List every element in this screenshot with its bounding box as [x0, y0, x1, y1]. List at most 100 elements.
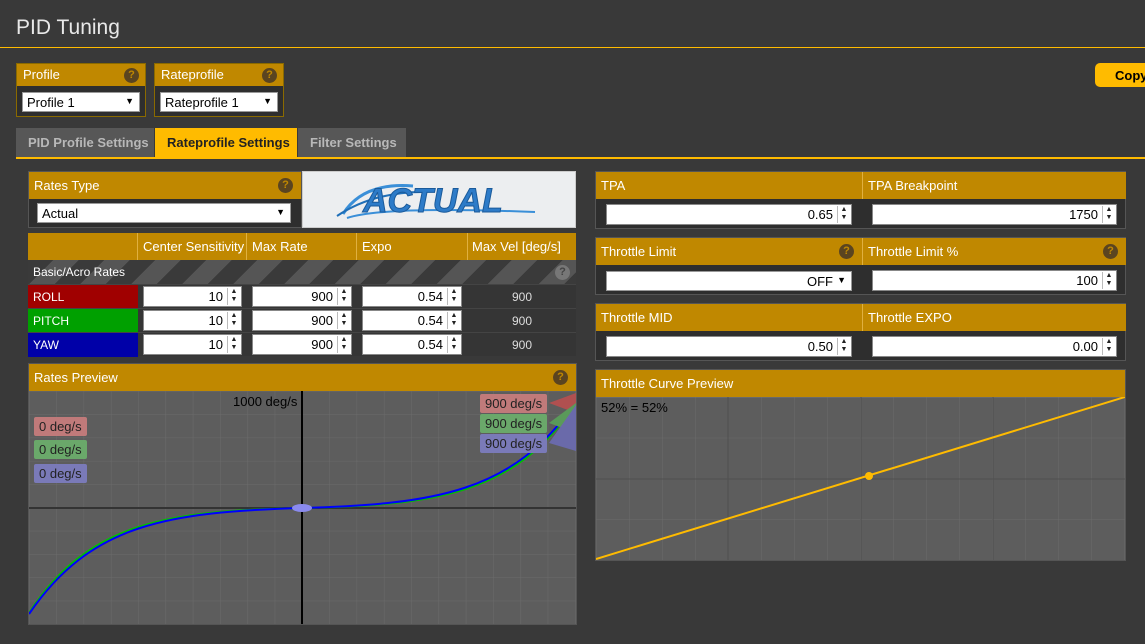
copy-button[interactable]: Copy	[1095, 63, 1145, 87]
actual-logo-icon: ACTUAL	[336, 182, 536, 221]
col-max-vel: Max Vel [deg/s]	[472, 239, 561, 254]
pitch-expo-input[interactable]: 0.54 ▲ ▼	[362, 310, 462, 331]
tab-filter-settings[interactable]: Filter Settings	[298, 128, 406, 158]
help-icon[interactable]: ?	[553, 370, 568, 385]
rates-type-panel: Rates Type ? Actual ▼	[28, 171, 302, 228]
rates-preview-panel: Rates Preview ? 1000 deg/s 0 deg/s 0 deg…	[28, 363, 577, 625]
tpa-input[interactable]: 0.65 ▲ ▼	[606, 204, 852, 225]
throttle-mid-header: Throttle MID	[596, 304, 862, 331]
rateprofile-select[interactable]: Rateprofile 1 ▼	[160, 92, 278, 112]
rates-type-value: Actual	[42, 206, 79, 221]
pitch-max-rate-input[interactable]: 900 ▲ ▼	[252, 310, 352, 331]
rateprofile-panel: Rateprofile ? Rateprofile 1 ▼	[154, 63, 284, 117]
rates-table: Center Sensitivity Max Rate Expo Max Vel…	[28, 233, 576, 357]
tpa-breakpoint-input[interactable]: 1750 ▲ ▼	[872, 204, 1117, 225]
help-icon[interactable]: ?	[1103, 244, 1118, 259]
help-icon[interactable]: ?	[124, 68, 139, 83]
rates-type-header: Rates Type ?	[29, 172, 301, 199]
rateprofile-select-value: Rateprofile 1	[165, 95, 239, 110]
throttle-limit-pct-label: Throttle Limit %	[868, 244, 959, 259]
spinner-icon: ▲ ▼	[837, 206, 850, 223]
yaw-current-rate: 0 deg/s	[34, 464, 87, 483]
profile-header: Profile ?	[17, 64, 145, 86]
tab-underline	[16, 157, 1145, 159]
roll-current-rate: 0 deg/s	[34, 417, 87, 436]
table-row-pitch: PITCH 10 ▲ ▼ 900 ▲ ▼ 0.54 ▲ ▼ 900	[28, 308, 576, 333]
rates-type-logo: ACTUAL	[302, 171, 576, 228]
spinner-icon: ▲ ▼	[227, 336, 240, 353]
axis-label-yaw: YAW	[28, 333, 138, 357]
spinner-icon: ▲ ▼	[837, 338, 850, 355]
axis-label-roll: ROLL	[28, 285, 138, 309]
col-expo: Expo	[362, 239, 392, 254]
spinner-icon: ▲ ▼	[337, 336, 350, 353]
help-icon[interactable]: ?	[839, 244, 854, 259]
throttle-mid-expo-panel: Throttle MID Throttle EXPO 0.50 ▲ ▼ 0.00 ▲ ▼	[595, 303, 1126, 361]
throttle-mid-input[interactable]: 0.50 ▲ ▼	[606, 336, 852, 357]
throttle-limit-value: OFF	[807, 274, 833, 289]
spinner-icon: ▲ ▼	[227, 312, 240, 329]
throttle-mid-label: Throttle MID	[601, 310, 673, 325]
tpa-breakpoint-label: TPA Breakpoint	[868, 178, 958, 193]
help-icon[interactable]: ?	[262, 68, 277, 83]
yaw-center-input[interactable]: 10 ▲ ▼	[143, 334, 242, 355]
pitch-current-rate: 0 deg/s	[34, 440, 87, 459]
spinner-icon: ▲ ▼	[447, 312, 460, 329]
page-title: PID Tuning	[16, 16, 120, 39]
throttle-limit-label: Throttle Limit	[601, 244, 677, 259]
rates-preview-label: Rates Preview	[34, 370, 118, 385]
spinner-icon: ▲ ▼	[227, 288, 240, 305]
pitch-max-vel: 900	[511, 314, 533, 328]
pitch-center-input[interactable]: 10 ▲ ▼	[143, 310, 242, 331]
tab-rateprofile-settings[interactable]: Rateprofile Settings	[155, 128, 297, 158]
throttle-limit-pct-input[interactable]: 100 ▲ ▼	[872, 270, 1117, 291]
yaw-expo-input[interactable]: 0.54 ▲ ▼	[362, 334, 462, 355]
table-row-yaw: YAW 10 ▲ ▼ 900 ▲ ▼ 0.54 ▲ ▼ 900	[28, 332, 576, 357]
roll-center-input[interactable]: 10 ▲ ▼	[143, 286, 242, 307]
pitch-max-rate-tag: 900 deg/s	[480, 414, 548, 433]
profile-label: Profile	[23, 67, 60, 82]
tab-pid-profile-settings[interactable]: PID Profile Settings	[16, 128, 154, 158]
rates-table-header: Center Sensitivity Max Rate Expo Max Vel…	[28, 233, 576, 260]
col-center-sensitivity: Center Sensitivity	[143, 239, 245, 254]
yaw-max-vel: 900	[511, 338, 533, 352]
roll-expo-input[interactable]: 0.54 ▲ ▼	[362, 286, 462, 307]
rates-type-select[interactable]: Actual ▼	[37, 203, 291, 223]
throttle-curve-panel: Throttle Curve Preview 52% = 52%	[595, 369, 1126, 561]
spinner-icon: ▲ ▼	[447, 288, 460, 305]
spinner-icon: ▲ ▼	[1102, 206, 1115, 223]
logo-text: ACTUAL	[362, 182, 503, 220]
spinner-icon: ▲ ▼	[1102, 272, 1115, 289]
tpa-breakpoint-header: TPA Breakpoint	[862, 172, 1126, 199]
rates-type-label: Rates Type	[34, 178, 100, 193]
yaw-max-rate-input[interactable]: 900 ▲ ▼	[252, 334, 352, 355]
help-icon[interactable]: ?	[278, 178, 293, 193]
tpa-label: TPA	[601, 178, 626, 193]
throttle-expo-input[interactable]: 0.00 ▲ ▼	[872, 336, 1117, 357]
throttle-curve-svg	[596, 397, 1125, 560]
roll-max-rate-input[interactable]: 900 ▲ ▼	[252, 286, 352, 307]
roll-max-vel: 900	[511, 290, 533, 304]
rates-preview-header: Rates Preview ?	[29, 364, 576, 391]
profile-select-value: Profile 1	[27, 95, 75, 110]
yaw-max-rate-tag: 900 deg/s	[480, 434, 548, 453]
basic-acro-rates-row: Basic/Acro Rates ?	[28, 260, 576, 284]
table-row-roll: ROLL 10 ▲ ▼ 900 ▲ ▼ 0.54 ▲ ▼ 900	[28, 284, 576, 309]
help-icon[interactable]: ?	[555, 265, 570, 280]
throttle-limit-select[interactable]: OFF ▼	[606, 271, 852, 291]
spinner-icon: ▲ ▼	[447, 336, 460, 353]
spinner-icon: ▲ ▼	[1102, 338, 1115, 355]
tpa-panel: TPA TPA Breakpoint 0.65 ▲ ▼ 1750 ▲ ▼	[595, 171, 1126, 229]
throttle-expo-label: Throttle EXPO	[868, 310, 952, 325]
throttle-limit-panel: Throttle Limit ? Throttle Limit % ? OFF …	[595, 237, 1126, 295]
throttle-limit-header: Throttle Limit ?	[596, 238, 862, 265]
spinner-icon: ▲ ▼	[337, 312, 350, 329]
chevron-down-icon: ▼	[125, 96, 134, 106]
rate-axis-label: 1000 deg/s	[233, 394, 298, 409]
basic-acro-rates-label: Basic/Acro Rates	[33, 265, 126, 279]
rates-preview-plot: 1000 deg/s 0 deg/s 0 deg/s 0 deg/s 900 d…	[29, 391, 576, 624]
profile-panel: Profile ? Profile 1 ▼	[16, 63, 146, 117]
profile-select[interactable]: Profile 1 ▼	[22, 92, 140, 112]
page-header: PID Tuning	[0, 0, 1145, 48]
tpa-header: TPA	[596, 172, 862, 199]
